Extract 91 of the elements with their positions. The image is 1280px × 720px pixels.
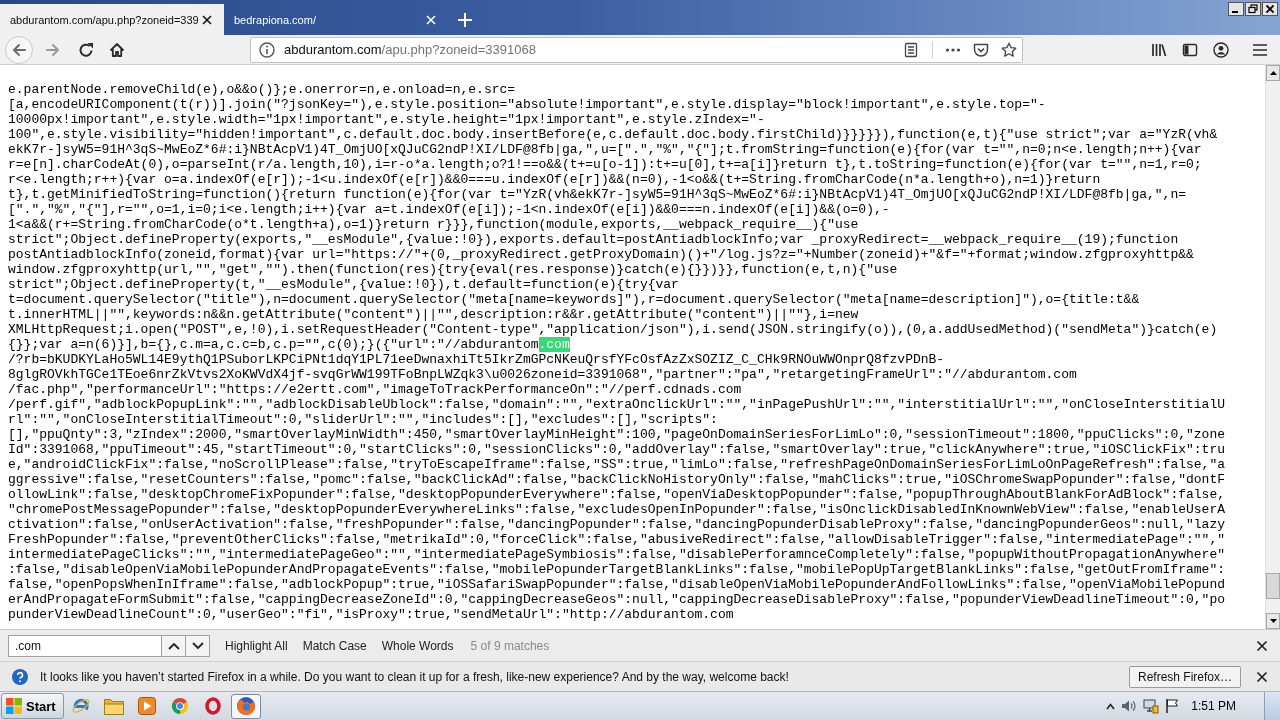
url-text: abdurantom.com/apu.php?zoneid=3391068 <box>284 42 536 57</box>
code-text: Id":3391068,"ppuTimeout":45,"startTimeout":0,"startClicks":0,"sessionClicks":0,"addOverlay":false,"smartOverlay":true,"clickAnywhere":true,"iOSClickFix":tru <box>8 442 1225 457</box>
next-match-button[interactable] <box>186 634 210 657</box>
code-text: intermediatePageClicks":"","intermediatePageGeo":"","intermediatePageSymbiosis":false,"disablePerforamnceCompletely":false,"popupWithoutPropagationAnywhere" <box>8 547 1225 562</box>
code-text: t},t.getMinifiedToString=function(){return function(e){for(var t="YzR(vh&ekK7r-]syW5=91H^3qS~MwEoZ*6#:i}NBtAcpV1)4T_OmjUO[xQJuCG2ndP!XI/LDF@8fb|ga,",n= <box>8 187 1186 202</box>
find-option-button[interactable]: Whole Words <box>381 638 454 653</box>
letter-o-icon <box>205 697 221 715</box>
restore-icon[interactable] <box>1245 2 1261 16</box>
code-text: [],"ppuQnty":3,"zIndex":2000,"smartOverlayMinWidth":450,"smartOverlayMinHeight":100,"pageOnDomainSeriesForLimLo":0,"sessionTimeout":1800,"ppuClicks":0,"zone <box>8 427 1225 442</box>
code-text: :false,"disableOpenViaMobilePopunderAndPropagateEvents":false,"mobilePopunderTargetBlankLinks":false,"mobilePopUpTargetBlankLinks":false,"getOutFromIframe": <box>8 562 1225 577</box>
match-count: 5 of 9 matches <box>470 638 550 653</box>
start-button[interactable]: Start <box>1 693 64 719</box>
code-text: FreshPopunder":false,"preventOtherClicks":false,"metrikaId":0,"forceClick":false,"abusiveRedirect":false,"allowDisableTrigger":false,"intermediatePage":""," <box>8 532 1225 547</box>
home-icon[interactable] <box>109 41 125 58</box>
code-text: ggressive":false,"resetCounters":false,"pomc":false,"backClickAd":false,"backClickNoHistoryOnly":false,"mahClicks":true,"iOSChromeSwapPopunder":false,"dontF <box>8 472 1225 487</box>
code-text: ctivation":false,"onUserActivation":false,"freshPopunder":false,"dancingPopunder":false,"dancingPopunderDisableProxy":false,"dancingPopunderGeos":null,"lazy <box>8 517 1225 532</box>
code-text: erAndPropagateFormSubmit":false,"cappingDecreaseZoneId":0,"cappingDecreaseGeos":null,"cappingDecreaseDisableProxy":false,"popunderViewDeadlineTimeout":0,"po <box>8 592 1225 607</box>
account-icon[interactable] <box>1213 41 1229 58</box>
flag-icon[interactable] <box>1165 698 1180 714</box>
scroll-down-button[interactable] <box>1266 613 1280 629</box>
code-text: r<e.length;r++){var o=a.indexOf(e[r]);-1<u.indexOf(e[r])&&0===u.indexOf(e[r])&&(n=0),-1<o&&(t+=String.fromCharCode(n*a.length+o),n=1)}return <box>8 172 1101 187</box>
scroll-up-button[interactable] <box>1266 65 1280 81</box>
caret-up-icon[interactable] <box>1106 702 1116 710</box>
caret-down-icon <box>191 641 204 650</box>
code-text: ollowLink":false,"desktopChromeFixPopunder":false,"desktopPopunderEverywhere":false,"openViaDesktopPopunder":false,"popupThroughAboutBlankForAdBlock":false, <box>8 487 1225 502</box>
search-match: .com <box>538 337 570 352</box>
code-text: postAntiadblockInfo(zoneid,format){var url="https://"+(0,_proxyRedirect.getProxyDomain)()+"/log.js?z="+Number(zoneid)+"&f="+format;window.zfgproxyhttp&& <box>8 247 1194 262</box>
code-text: [".","%","{"],r="",o=1,i=0;i<e.length;i++){var a=t.indexOf(e[i]);-1<n.indexOf(e[i])&&0===n.indexOf(e[i])&&(o=0),- <box>8 202 890 217</box>
code-text: e,"androidClickFix":false,"noScrollPlease":false,"tryToEscapeIframe":false,"SS":true,"limLo":false,"refreshPageOnDomainSeriesForLimLoOnPageRefresh":false,"a <box>8 457 1225 472</box>
find-field[interactable]: .com <box>8 634 162 657</box>
triangle-down-icon <box>1269 619 1277 623</box>
previous-match-button[interactable] <box>162 634 186 657</box>
network-icon[interactable] <box>1143 698 1160 714</box>
circle-logo-icon <box>171 697 189 715</box>
code-text: e.parentNode.removeChild(e),o&&o()};e.onerror=n,e.onload=n,e.src= <box>8 82 516 97</box>
close-icon[interactable] <box>1256 639 1268 652</box>
shield-check-icon[interactable] <box>973 41 989 58</box>
sidebar-icon[interactable] <box>1182 41 1198 58</box>
code-text: t.innerHTML||"",keywords:n&&n.getAttribute("content")||"",description:r&&r.getAttribute("content")||""},i=new <box>8 307 859 322</box>
clock[interactable]: 1:51 PM <box>1191 699 1236 713</box>
code-text: false,"openPopsWhenInIframe":false,"adblockPopup":true,"iOSSafariSwapPopunder":false,"disableOpenViaMobilePopunderAndFollowLinks":false,"openViaMobilePopund <box>8 577 1225 592</box>
menu-icon[interactable] <box>1252 41 1268 58</box>
taskbar-button[interactable] <box>231 693 261 719</box>
code-text: strict";Object.defineProperty(t,"__esModule",{value:!0}),t.default=function(e){try{var <box>8 277 679 292</box>
code-text: strict";Object.defineProperty(exports,"__esModule",{value:!0}),exports.default=postAntiadblockInfo;var _proxyRedirect=__webpack_require__(19);function <box>8 232 1179 247</box>
close-icon[interactable] <box>1262 2 1278 16</box>
code-text: /fac.php","performanceUrl":"https://e2ertt.com","imageToTrackPerformanceOn":"//perf.cdnads.com <box>8 382 742 397</box>
code-text: rl":"","onCloseInterstitialTimeout":0,"sliderUrl":"","includes":[],"excludes":[],"scripts": <box>8 412 718 427</box>
code-text: 100",e.style.visibility="hidden!important",c.default.doc.body.insertBefore(e,c.default.doc.body.firstChild)}}}}}),function(e,t){"use strict";var a="YzR(vh& <box>8 127 1218 142</box>
find-option-button[interactable]: Highlight All <box>225 638 288 653</box>
browser-tab[interactable]: abdurantom.com/apu.php?zoneid=339 <box>0 4 224 35</box>
folder-icon <box>104 697 124 715</box>
back-button[interactable] <box>5 35 33 64</box>
code-text: r=e[n].charCodeAt(0),o=parseInt(r/a.length,10),i=r-o*a.length;o?1!==o&&(t+=u[o-1]):t+=u[0],t+=a[i]}return t},t.toString=function(e){for(var t="",n=1,r=0; <box>8 157 1202 172</box>
code-text: [a,encodeURIComponent(t(r))].join("?jsonKey="),e.style.position="absolute!important",e.style.display="block!important",e.style.top="- <box>8 97 1046 112</box>
address-bar[interactable]: abdurantom.com/apu.php?zoneid=3391068 <box>250 36 1023 63</box>
scrollbar-thumb[interactable] <box>1266 573 1280 599</box>
question-icon <box>12 668 28 685</box>
code-text: ekK7r-]syW5=91H^3qS~MwEoZ*6#:i}NBtAcpV1)4T_OmjUO[xQJuCG2ndP!XI/LDF@8fb|ga,",u=[".","%","{"];t.fromString=function(e){for(var t="",n=0;n<e.length;n++){var <box>8 142 1202 157</box>
close-icon[interactable] <box>202 14 212 25</box>
star-icon[interactable] <box>1001 41 1017 58</box>
refresh-button[interactable]: Refresh Firefox… <box>1128 665 1241 688</box>
fox-globe-icon <box>236 696 256 716</box>
find-option-button[interactable]: Match Case <box>302 638 367 653</box>
code-text: XMLHttpRequest;i.open("POST",e,!0),i.setRequestHeader("Content-type","application/json"),i.send(JSON.stringify(o)),(0,a.addUsedMethod)("sendMeta")}catch(e) <box>8 322 1218 337</box>
speaker-icon[interactable] <box>1121 698 1138 714</box>
library-icon[interactable] <box>1151 41 1167 58</box>
reload-icon[interactable] <box>78 41 94 58</box>
minimize-icon[interactable] <box>1228 2 1244 16</box>
code-text: /perf.gif","adblockPopupLink":"","adblockDisableUblock":false,"domain":"","extraOnclickUrl":"","inPagePushUrl":"","interstitialUrl":"","onCloseInterstitialU <box>8 397 1225 412</box>
letter-e-icon <box>71 696 91 716</box>
code-text: {}};var a=n(6)}],b={},c.m=a,c.c=b,c.p="",c(0);}({"url":"//abdurantom <box>8 337 539 352</box>
play-icon <box>138 697 156 715</box>
code-text: t=document.querySelector("title"),n=document.querySelector("meta[name=keywords]"),r=document.querySelector("meta[name=description]"),o={title:t&& <box>8 292 1140 307</box>
reader-view-icon[interactable] <box>903 41 919 58</box>
code-text: punderViewDeadlineCount":0,"userGeo":"fi","isProxy":true,"sendMetaUrl":"http://abdurantom.com <box>8 607 734 622</box>
code-text: 1<a&&(r+=String.fromCharCode(o*t.length+a),o=1)}return r}}},function(module,exports,__webpack_require__){"use <box>8 217 859 232</box>
close-icon[interactable] <box>1256 670 1268 683</box>
arrow-left-icon <box>11 41 27 58</box>
code-text: 10000px!important",e.style.width="1px!important",e.style.height="1px!important",e.style.zIndex="- <box>8 112 765 127</box>
windows-flag-icon <box>6 698 22 714</box>
info-icon[interactable] <box>259 41 275 58</box>
code-text: 8glgROVkhTGCe1TEoe6nrZkVtvs2XoKWVdX4jf-svqGrWW199TFoBnpLWZqk3\u0026zoneid=3391068","partner":"pa","retargetingFrameUrl":"//abdurantom.com <box>8 367 1077 382</box>
code-text: "chromePostMessagePopunder":false,"desktopPopunderEverywhereLinks":false,"excludesOpenInPopunder":false,"isOnclickDisabledInKnownWebView":false,"enableUserA <box>8 502 1225 517</box>
code-text: /?rb=bKUDKYLaHo5WL14E9ythQ1PSuborLKPCiPNt1dqY1PL71eeDwnaxhiTt5IkrZmGPcNKeuQrsfYFcOsfAzZxSOZIZ_C_CHk9RNOuWWOnprQ8fzvPDnB- <box>8 352 945 367</box>
browser-tab[interactable]: bedrapiona.com/ <box>224 4 448 35</box>
code-text: window.zfgproxyhttp(url,"","get","").then(function(res){try{eval(res.response)}catch(e){}})}},function(e,t,n){"use <box>8 262 898 277</box>
plus-icon[interactable] <box>458 12 472 27</box>
notification-message: It looks like you haven’t started Firefox in a while. Do you want to clean it up for a fresh, like-new experience? And by the way, welcome back! <box>40 669 789 684</box>
triangle-up-icon <box>1269 71 1277 75</box>
caret-up-icon <box>167 641 180 650</box>
